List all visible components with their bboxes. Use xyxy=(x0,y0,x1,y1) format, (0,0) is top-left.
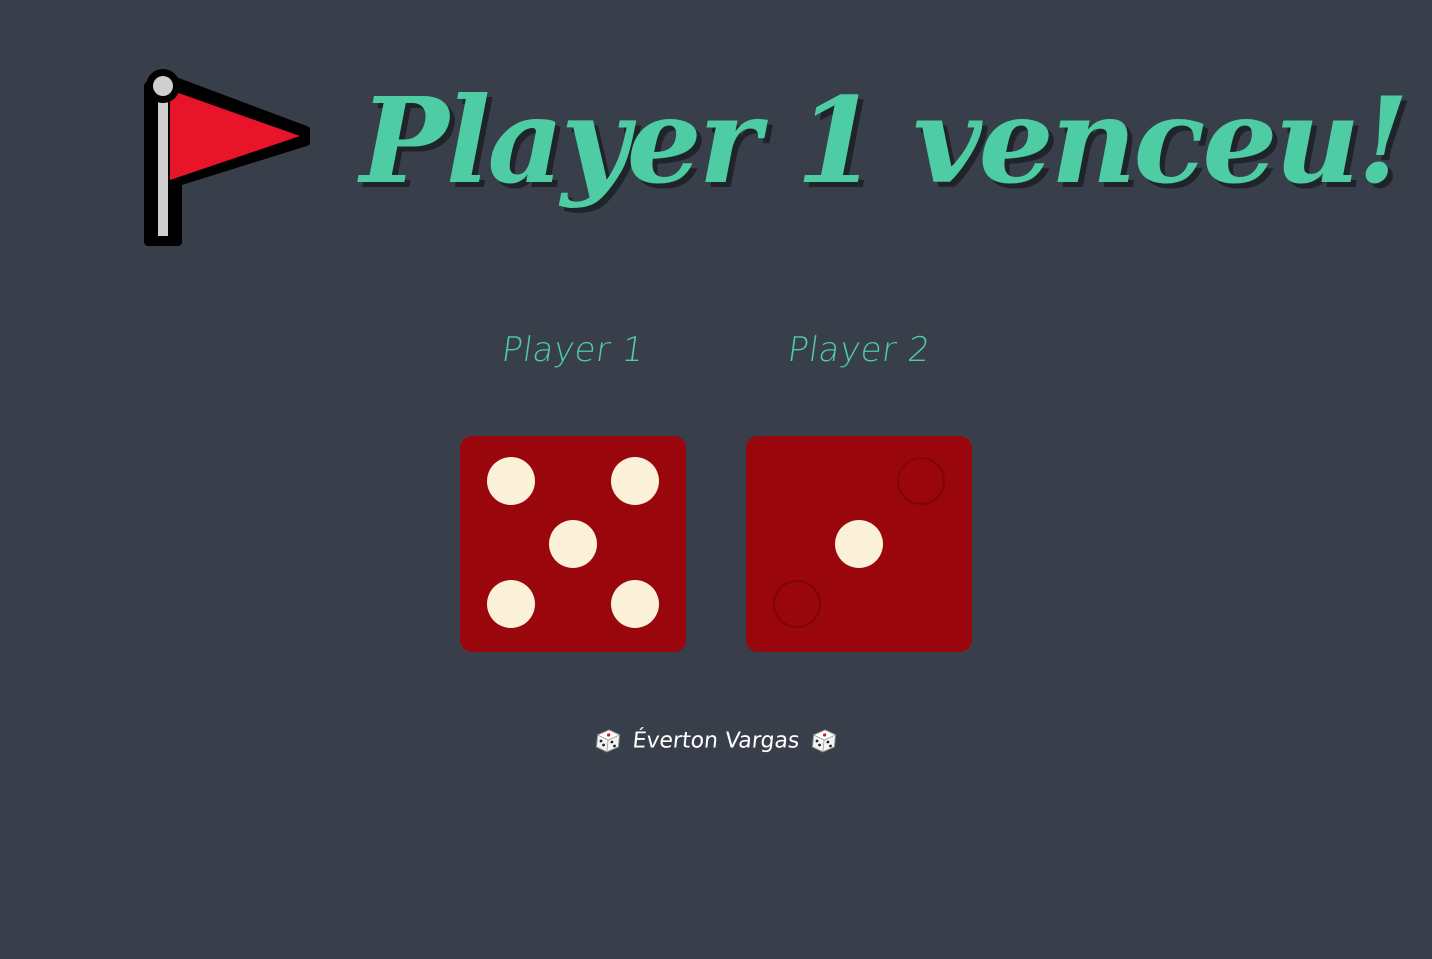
game-page: Player 1 venceu! Player 1 Player 2 Évert… xyxy=(0,0,1432,959)
player-2-name: Player 2 xyxy=(785,330,933,370)
winner-headline: Player 1 venceu! xyxy=(360,71,1409,210)
die-pip xyxy=(611,580,659,628)
die-pip xyxy=(835,520,883,568)
author-name: Éverton Vargas xyxy=(631,728,801,754)
player-1-name: Player 1 xyxy=(499,330,647,370)
die-icon xyxy=(812,729,838,753)
die-icon xyxy=(595,729,621,753)
player-2-die xyxy=(746,436,972,652)
result-banner: Player 1 venceu! xyxy=(0,58,1432,258)
player-1-panel: Player 1 xyxy=(430,326,716,666)
die-pip xyxy=(487,580,535,628)
die-pip-ghost xyxy=(773,580,821,628)
die-pip xyxy=(611,457,659,505)
players-area: Player 1 Player 2 xyxy=(430,326,1002,666)
player-1-die xyxy=(460,436,686,652)
player-2-panel: Player 2 xyxy=(716,326,1002,666)
die-pip-ghost xyxy=(897,457,945,505)
die-pip xyxy=(487,457,535,505)
footer-credit: Éverton Vargas xyxy=(0,728,1432,754)
red-flag-icon xyxy=(144,69,310,246)
die-pip xyxy=(549,520,597,568)
